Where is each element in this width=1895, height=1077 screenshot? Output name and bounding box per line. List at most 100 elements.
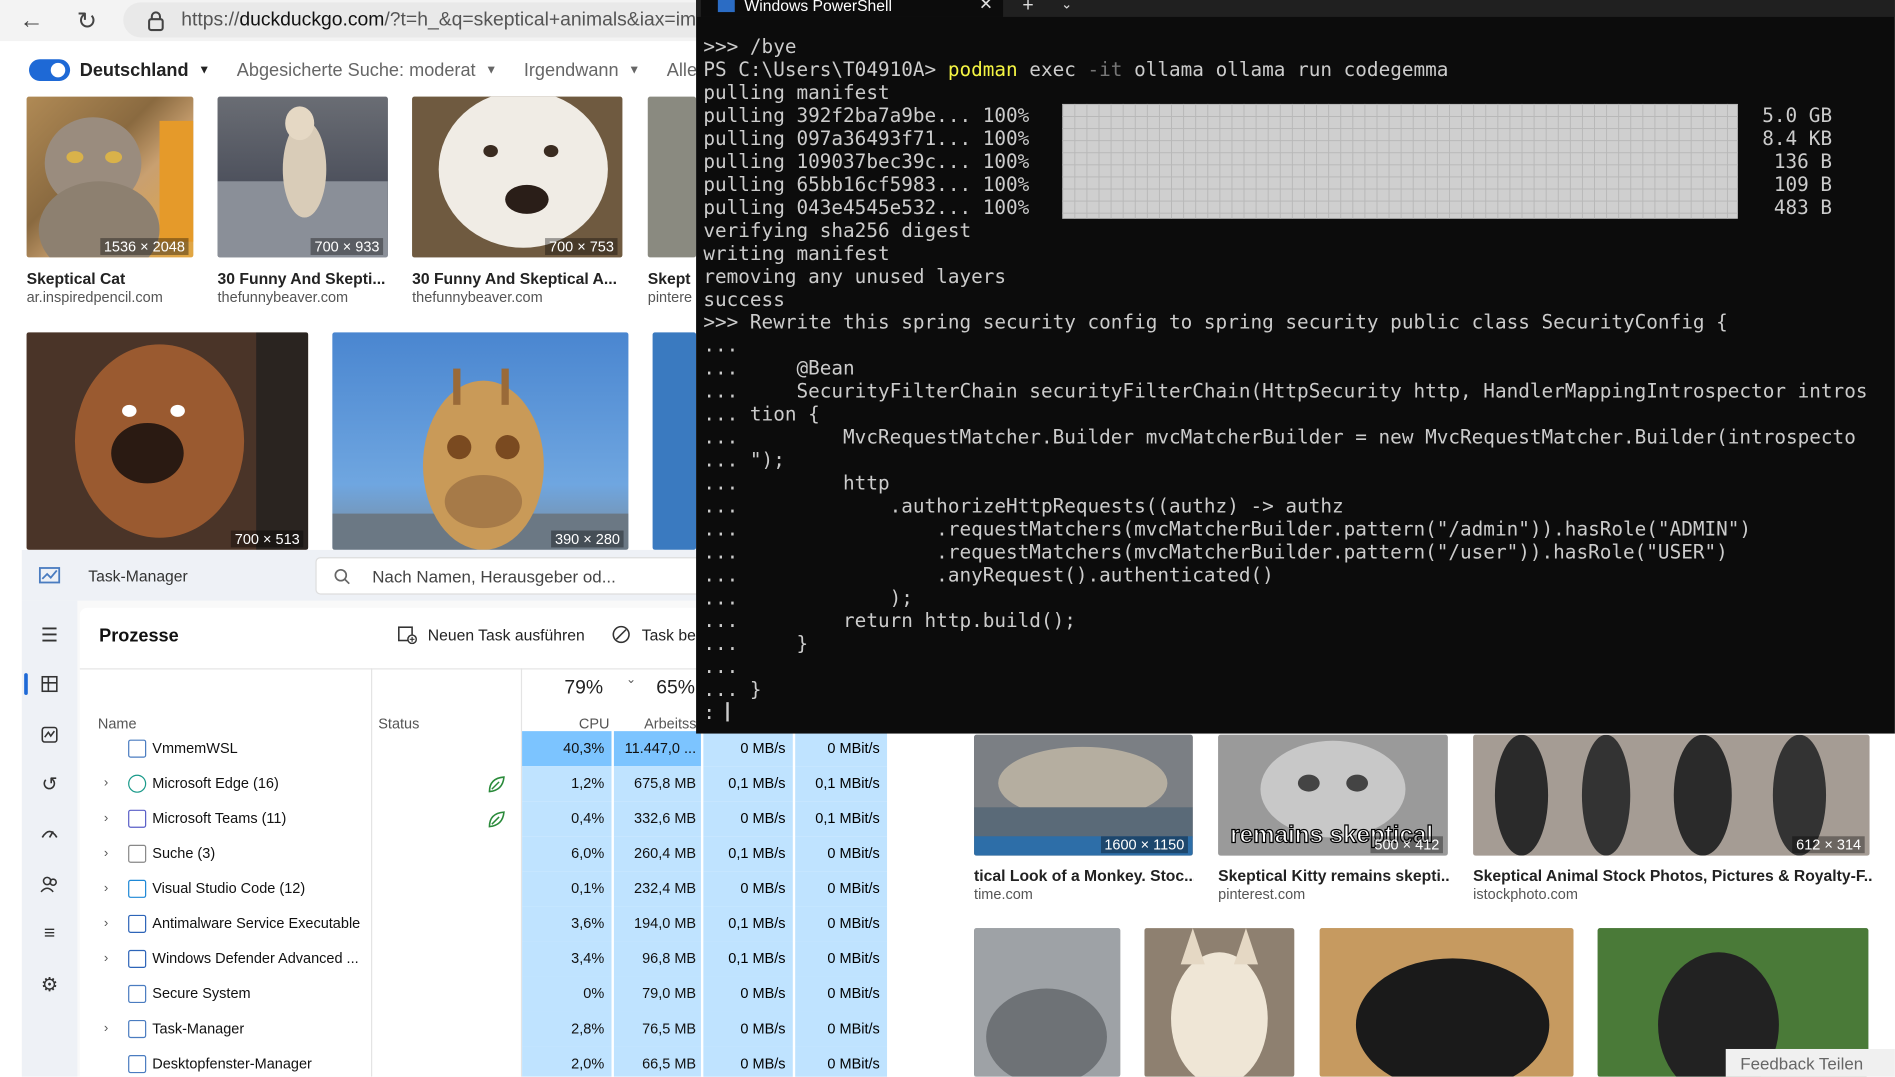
image-result[interactable]: 612 × 314 <box>1473 734 1870 856</box>
users-icon[interactable] <box>36 871 63 898</box>
end-task-label: Task be <box>641 625 696 644</box>
close-tab-icon[interactable]: ✕ <box>979 0 993 12</box>
reload-icon[interactable]: ↻ <box>73 6 102 35</box>
network-value: 0 MBit/s <box>795 1046 888 1077</box>
region-filter[interactable]: Deutschland ▼ <box>80 60 210 81</box>
caret-down-icon: ▼ <box>628 63 641 77</box>
terminal-line: verifying sha256 digest <box>703 218 972 242</box>
table-row[interactable]: › Microsoft Teams (11) 0,4% 332,6 MB <box>80 801 717 837</box>
cpu-value: 2,0% <box>522 1046 612 1077</box>
table-row[interactable]: › Windows Defender Advanced ... 3,4% 96,8 M… <box>80 941 717 977</box>
download-size: 8.4 KB <box>1762 126 1833 150</box>
active-indicator <box>24 673 28 695</box>
image-dimensions: 1600 × 1150 <box>1100 836 1188 854</box>
image-title[interactable]: 30 Funny And Skepti... <box>218 269 390 287</box>
table-row[interactable]: VmmemWSL 40,3% 11.447,0 ... <box>80 731 717 767</box>
processes-icon[interactable] <box>36 671 63 698</box>
terminal-tab[interactable]: Windows PowerShell ✕ <box>700 0 1004 17</box>
terminal-line: >>> Rewrite this spring security config … <box>703 310 1728 334</box>
image-source[interactable]: istockphoto.com <box>1473 886 1872 903</box>
image-source[interactable]: pintere <box>648 289 696 306</box>
status-column-header[interactable]: Status <box>378 715 419 732</box>
image-result[interactable] <box>1319 928 1574 1077</box>
image-result[interactable]: remains skeptical 500 × 412 <box>1218 734 1448 856</box>
details-icon[interactable]: ≡ <box>36 921 63 948</box>
name-column-header[interactable]: Name <box>98 715 137 732</box>
image-source[interactable]: pinterest.com <box>1218 886 1450 903</box>
performance-icon[interactable] <box>36 721 63 748</box>
image-title[interactable]: Skept <box>648 269 696 287</box>
image-result[interactable]: 700 × 933 <box>217 96 388 258</box>
table-row[interactable]: › Antimalware Service Executable 3,6% 194,0… <box>80 906 717 942</box>
new-task-label: Neuen Task ausführen <box>427 625 585 644</box>
process-extra-columns: 0 MB/s 0 MBit/s 0,1 MB/s 0,1 MBit/s 0 MB/s 0,… <box>703 729 888 1077</box>
memory-value: 96,8 MB <box>613 941 701 977</box>
time-filter[interactable]: Irgendwann ▼ <box>524 60 640 81</box>
terminal-line: ... .requestMatchers(mvcMatcherBuilder.p… <box>703 540 1728 564</box>
search-filter-bar: Deutschland ▼ Abgesicherte Suche: moderat… <box>0 43 726 97</box>
hamburger-menu-icon[interactable]: ☰ <box>36 622 63 649</box>
image-result[interactable] <box>652 332 697 550</box>
expand-chevron-icon[interactable]: › <box>104 941 108 976</box>
memory-value: 332,6 MB <box>613 801 701 837</box>
all-filter[interactable]: Alle <box>667 60 697 81</box>
cpu-value: 6,0% <box>522 836 612 872</box>
terminal-line: ... SecurityFilterChain securityFilterCh… <box>703 379 1868 403</box>
app-icon <box>128 984 147 1004</box>
app-history-icon[interactable]: ↺ <box>36 771 63 798</box>
image-result[interactable] <box>1144 928 1295 1077</box>
expand-chevron-icon[interactable]: › <box>104 801 108 836</box>
image-result[interactable]: 700 × 513 <box>26 332 309 550</box>
image-title[interactable]: 30 Funny And Skeptical A... <box>412 269 622 287</box>
app-icon <box>128 739 147 758</box>
image-dimensions: 700 × 513 <box>231 530 304 548</box>
disk-value: 0 MB/s <box>703 1011 793 1047</box>
expand-chevron-icon[interactable]: › <box>104 906 108 941</box>
feedback-button[interactable]: Feedback Teilen <box>1725 1048 1895 1077</box>
search-input[interactable]: Nach Namen, Herausgeber od... <box>315 557 715 595</box>
image-result[interactable]: 700 × 753 <box>412 96 623 258</box>
table-row[interactable]: › Suche (3) 6,0% 260,4 MB <box>80 836 717 872</box>
safe-search-filter[interactable]: Abgesicherte Suche: moderat ▼ <box>237 60 497 81</box>
sort-chevron-icon[interactable]: ⌄ <box>626 673 636 686</box>
shepherd-dog-image <box>1144 928 1295 1077</box>
table-row[interactable]: Desktopfenster-Manager 2,0% 66,5 MB <box>80 1046 717 1077</box>
disk-value: 0 MB/s <box>703 731 793 767</box>
region-toggle[interactable] <box>29 59 71 81</box>
expand-chevron-icon[interactable]: › <box>104 836 108 871</box>
image-dimensions: 500 × 412 <box>1370 836 1443 854</box>
image-title[interactable]: Skeptical Animal Stock Photos, Pictures … <box>1473 866 1872 884</box>
expand-chevron-icon[interactable]: › <box>104 1012 108 1047</box>
image-title[interactable]: tical Look of a Monkey. Stoc... <box>974 866 1194 884</box>
image-source[interactable]: time.com <box>974 886 1194 903</box>
image-source[interactable]: thefunnybeaver.com <box>218 289 390 306</box>
image-result[interactable] <box>647 96 697 258</box>
new-tab-icon[interactable]: + <box>1022 0 1033 17</box>
expand-chevron-icon[interactable]: › <box>104 766 108 801</box>
image-result[interactable]: 390 × 280 <box>332 332 629 550</box>
image-title[interactable]: Skeptical Kitty remains skepti... <box>1218 866 1450 884</box>
cpu-value: 0% <box>522 976 612 1012</box>
table-row[interactable]: › Visual Studio Code (12) 0,1% 232,4 MB <box>80 871 717 907</box>
back-arrow-icon[interactable]: ← <box>17 6 46 35</box>
task-manager-sidebar: ☰ ↺ ≡ ⚙ <box>21 600 78 1077</box>
expand-chevron-icon[interactable]: › <box>104 871 108 906</box>
black-dog-image <box>1319 928 1574 1077</box>
image-result[interactable]: 1600 × 1150 <box>974 734 1193 856</box>
image-source[interactable]: ar.inspiredpencil.com <box>27 289 196 306</box>
services-icon[interactable]: ⚙ <box>36 972 63 999</box>
image-result[interactable] <box>974 928 1121 1077</box>
table-row[interactable]: › Microsoft Edge (16) 1,2% 675,8 MB <box>80 766 717 802</box>
image-title[interactable]: Skeptical Cat <box>27 269 196 287</box>
end-task-button[interactable]: Task be <box>612 625 696 644</box>
image-result[interactable]: 1536 × 2048 <box>26 96 194 258</box>
image-source[interactable]: thefunnybeaver.com <box>412 289 622 306</box>
startup-apps-icon[interactable] <box>36 821 63 848</box>
cpu-column-header[interactable]: CPU <box>579 715 610 732</box>
table-row[interactable]: › Task-Manager 2,8% 76,5 MB <box>80 1011 717 1047</box>
new-task-button[interactable]: Neuen Task ausführen <box>398 625 585 645</box>
tab-dropdown-icon[interactable]: ⌄ <box>1061 0 1072 12</box>
table-row[interactable]: Secure System 0% 79,0 MB <box>80 976 717 1012</box>
image-dimensions: 700 × 933 <box>310 238 384 255</box>
end-task-icon <box>612 625 630 644</box>
